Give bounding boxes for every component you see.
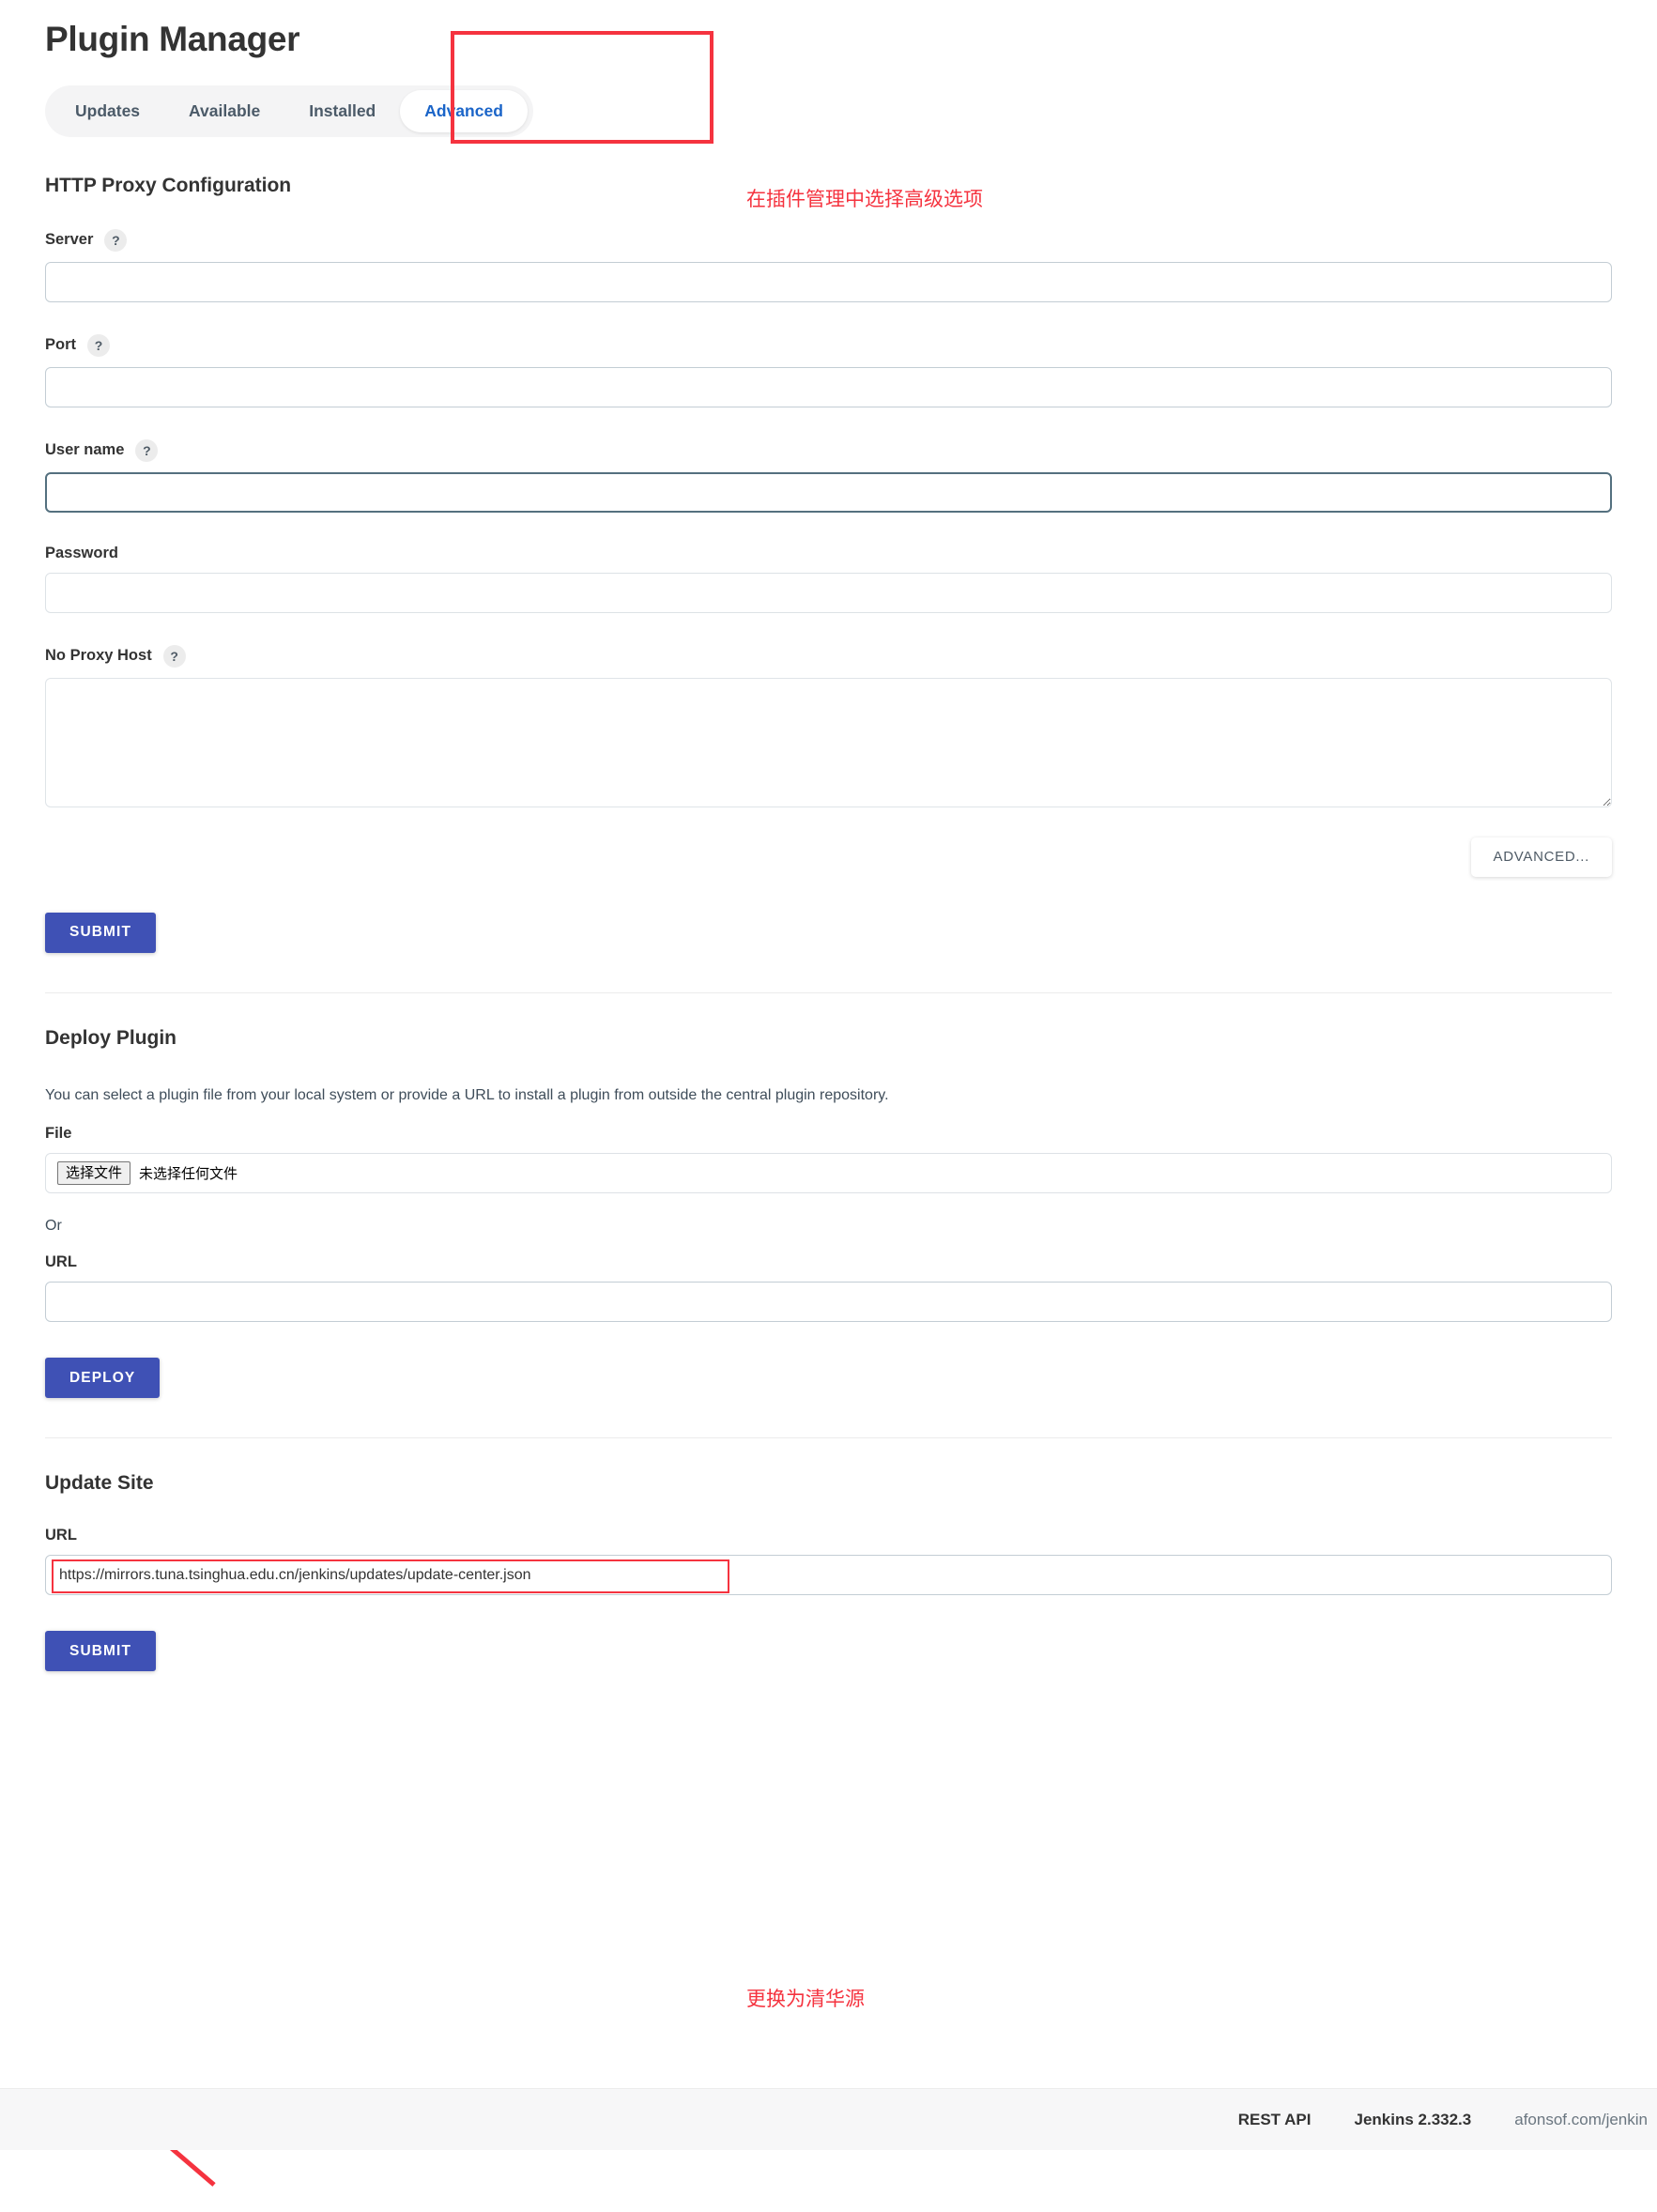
annotation-update-site-url: 更换为清华源 [746, 1988, 865, 2010]
label-text-server: Server [45, 231, 94, 249]
label-text-password: Password [45, 544, 118, 561]
field-label-server: Server ? [45, 228, 1612, 252]
deploy-description: You can select a plugin file from your l… [45, 1086, 889, 1103]
main-content: HTTP Proxy Configuration Server ? Port ?… [0, 175, 1657, 1672]
proxy-submit-button[interactable]: SUBMIT [45, 912, 157, 953]
divider-after-deploy [45, 1437, 1612, 1439]
deploy-button[interactable]: DEPLOY [45, 1358, 161, 1399]
label-text-no-proxy-host: No Proxy Host [45, 647, 152, 665]
advanced-button-row: ADVANCED... [45, 837, 1612, 877]
label-text-user-name: User name [45, 441, 125, 459]
password-input[interactable] [45, 572, 1612, 613]
or-separator: Or [45, 1218, 62, 1235]
update-site-url-input[interactable] [45, 1555, 1612, 1596]
page-title: Plugin Manager [45, 20, 300, 58]
update-site-submit-row: SUBMIT [45, 1631, 1612, 1672]
field-server: Server ? [45, 228, 1612, 302]
server-input[interactable] [45, 261, 1612, 302]
footer-note-text: afonsof.com/jenkin [1514, 2110, 1648, 2128]
field-port: Port ? [45, 333, 1612, 407]
deploy-url-input[interactable] [45, 1282, 1612, 1323]
tab-updates[interactable]: Updates [51, 90, 164, 132]
proxy-advanced-button[interactable]: ADVANCED... [1470, 837, 1612, 877]
field-label-user-name: User name ? [45, 438, 1612, 462]
section-title-update-site: Update Site [45, 1472, 154, 1495]
port-input[interactable] [45, 366, 1612, 407]
field-password: Password [45, 545, 1612, 613]
tab-advanced[interactable]: Advanced [400, 89, 528, 132]
field-label-port: Port ? [45, 333, 1612, 357]
field-user-name: User name ? [45, 438, 1612, 513]
section-title-deploy-plugin: Deploy Plugin [45, 1026, 177, 1049]
footer-links: REST API Jenkins 2.332.3 afonsof.com/jen… [1238, 2111, 1657, 2129]
field-label-no-proxy-host: No Proxy Host ? [45, 644, 1612, 668]
help-icon-no-proxy-host[interactable]: ? [162, 644, 186, 668]
file-input[interactable]: 选择文件 未选择任何文件 [45, 1153, 1612, 1194]
proxy-submit-row: SUBMIT [45, 912, 1612, 953]
help-icon-user-name[interactable]: ? [135, 438, 159, 462]
tab-available[interactable]: Available [164, 90, 284, 132]
file-status-text: 未选择任何文件 [139, 1165, 238, 1183]
help-icon-port[interactable]: ? [87, 333, 110, 357]
footer-rest-api-link[interactable]: REST API [1238, 2111, 1312, 2129]
page-footer: REST API Jenkins 2.332.3 afonsof.com/jen… [0, 2088, 1657, 2150]
tab-installed[interactable]: Installed [284, 90, 400, 132]
tab-bar-container: Updates Available Installed Advanced 在插件… [0, 30, 1657, 210]
field-no-proxy-host: No Proxy Host ? [45, 644, 1612, 807]
update-site-url-wrapper [45, 1555, 1612, 1596]
tab-bar: Updates Available Installed Advanced [45, 84, 533, 137]
no-proxy-host-textarea[interactable] [45, 677, 1612, 807]
annotation-advanced-tab: 在插件管理中选择高级选项 [746, 187, 983, 210]
plugin-manager-page: Plugin Manager Updates Available Install… [0, 0, 1657, 2187]
field-label-password: Password [45, 545, 1612, 562]
file-label: File [45, 1125, 72, 1143]
divider-after-proxy [45, 991, 1612, 993]
deploy-button-row: DEPLOY [45, 1358, 1612, 1399]
label-text-port: Port [45, 336, 76, 354]
update-site-url-label: URL [45, 1527, 77, 1544]
footer-version-link[interactable]: Jenkins 2.332.3 [1354, 2111, 1471, 2129]
choose-file-button[interactable]: 选择文件 [57, 1160, 131, 1186]
help-icon-server[interactable]: ? [104, 228, 128, 252]
update-site-submit-button[interactable]: SUBMIT [45, 1631, 157, 1672]
user-name-input[interactable] [45, 471, 1612, 513]
deploy-url-label: URL [45, 1253, 77, 1271]
